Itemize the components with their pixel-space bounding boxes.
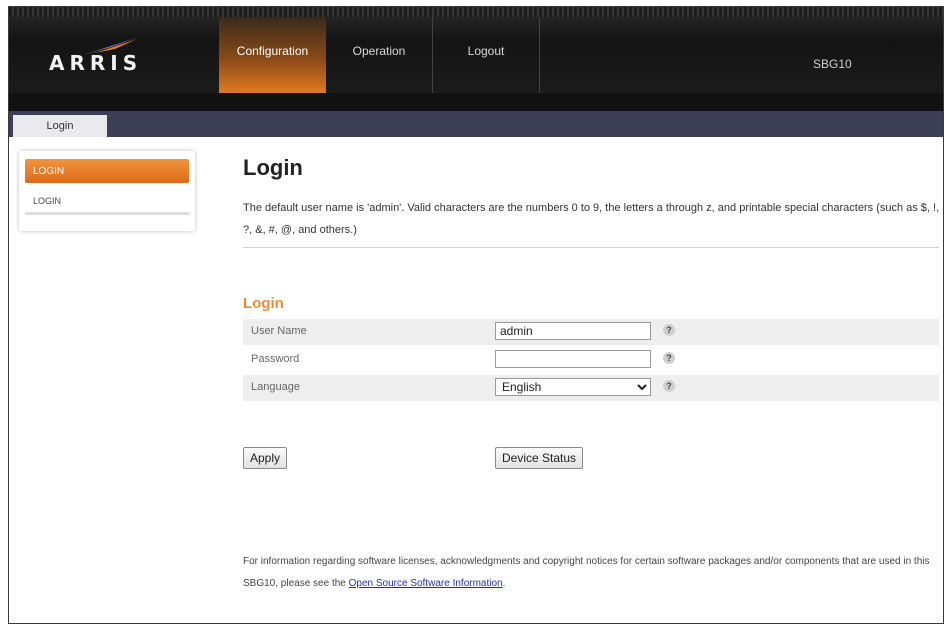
nav-operation[interactable]: Operation xyxy=(326,17,433,93)
footer-notice: For information regarding software licen… xyxy=(243,551,941,595)
language-label: Language xyxy=(251,381,300,393)
sidebar: LOGIN LOGIN xyxy=(19,151,195,231)
password-input[interactable] xyxy=(495,350,651,368)
sidebar-item-login[interactable]: LOGIN xyxy=(25,189,189,215)
footer-end: . xyxy=(502,578,506,589)
username-row: User Name ? xyxy=(243,319,939,345)
section-title: Login xyxy=(243,295,284,312)
page-title: Login xyxy=(243,155,303,180)
help-icon[interactable]: ? xyxy=(663,324,675,336)
footer-text: For information regarding software licen… xyxy=(243,556,930,589)
tab-bar: Login xyxy=(9,111,943,137)
nav-logout[interactable]: Logout xyxy=(433,17,540,93)
page-description: The default user name is 'admin'. Valid … xyxy=(243,202,940,236)
sidebar-heading[interactable]: LOGIN xyxy=(25,159,189,183)
header-stripe xyxy=(9,7,943,17)
language-select[interactable]: English xyxy=(495,378,651,396)
nav-configuration[interactable]: Configuration xyxy=(219,17,326,93)
device-status-button[interactable]: Device Status xyxy=(495,447,584,469)
top-nav: Configuration Operation Logout xyxy=(219,17,540,93)
help-icon[interactable]: ? xyxy=(663,352,675,364)
browser-frame: ARRIS Configuration Operation Logout SBG… xyxy=(8,6,944,624)
header-subbar xyxy=(9,93,943,111)
password-row: Password ? xyxy=(243,347,939,373)
top-header: ARRIS Configuration Operation Logout SBG… xyxy=(9,7,943,93)
password-label: Password xyxy=(251,353,300,365)
username-input[interactable] xyxy=(495,322,651,340)
username-label: User Name xyxy=(251,325,307,337)
open-source-link[interactable]: Open Source Software Information xyxy=(349,578,503,589)
language-row: Language English ? xyxy=(243,375,939,401)
device-name: SBG10 xyxy=(813,57,852,71)
help-icon[interactable]: ? xyxy=(663,380,675,392)
arris-logo: ARRIS xyxy=(49,51,143,75)
tab-login[interactable]: Login xyxy=(13,115,107,137)
divider xyxy=(243,247,939,248)
apply-button[interactable]: Apply xyxy=(243,447,288,469)
